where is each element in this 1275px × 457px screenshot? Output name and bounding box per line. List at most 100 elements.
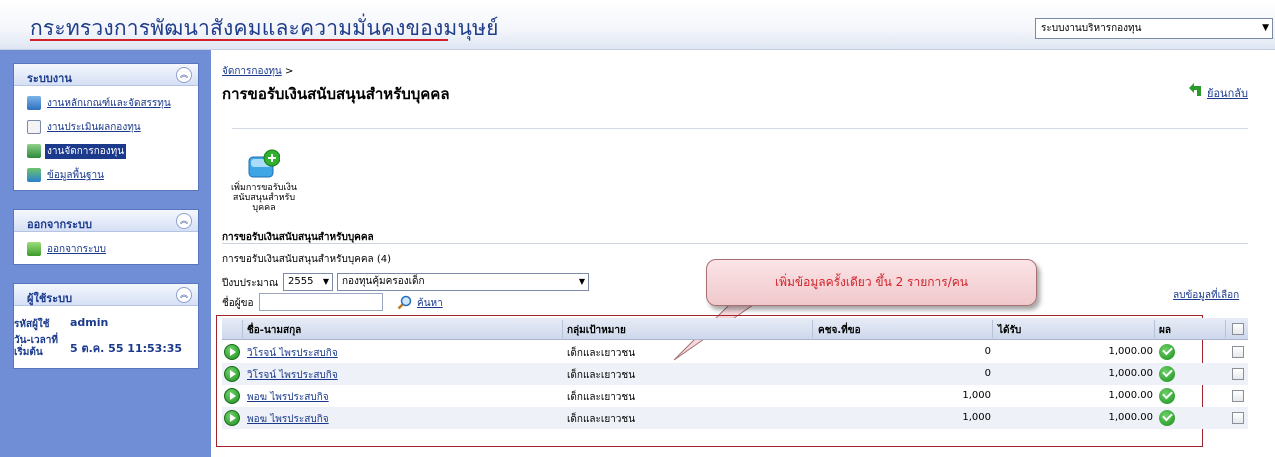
year-select-value: 2555 xyxy=(288,276,314,287)
logout-icon xyxy=(27,242,41,256)
login-time-label-2: เริ่มต้น xyxy=(14,347,43,358)
logout-panel-title: ออกจากระบบ xyxy=(27,218,92,231)
collapse-icon[interactable]: ︽ xyxy=(176,67,192,83)
add-record-icon xyxy=(248,149,280,178)
breadcrumb: จัดการกองทุน > xyxy=(222,64,293,79)
select-all-checkbox[interactable] xyxy=(1232,323,1244,335)
top-header: กระทรวงการพัฒนาสังคมและความมั่นคงของมนุษ… xyxy=(0,0,1275,50)
row-checkbox[interactable] xyxy=(1232,390,1244,402)
requested-amount: 0 xyxy=(984,368,991,379)
sidebar-item-label: ออกจากระบบ xyxy=(47,244,107,255)
login-time: 5 ต.ค. 55 11:53:35 xyxy=(70,342,183,355)
column-separator xyxy=(992,320,993,338)
breadcrumb-separator: > xyxy=(284,66,294,77)
target-group: เด็กและเยาวชน xyxy=(567,370,636,381)
fund-select-value: กองทุนคุ้มครองเด็ก xyxy=(342,276,425,287)
applicant-name[interactable]: พอฆ ไพรประสบกิจ xyxy=(247,412,329,427)
annotation-callout: เพิ่มข้อมูลครั้งเดียว ขึ้น 2 รายการ/คน xyxy=(706,259,1037,306)
table-row: พอฆ ไพรประสบกิจ เด็กและเยาวชน 1,000 1,00… xyxy=(222,385,1248,407)
report-icon xyxy=(27,120,41,134)
name-input[interactable] xyxy=(259,293,383,311)
user-panel-header: ผู้ใช้ระบบ ︽ xyxy=(14,284,198,306)
user-code-label: รหัสผู้ใช้ xyxy=(14,319,50,330)
page-title: การขอรับเงินสนับสนุนสำหรับบุคคล xyxy=(222,85,450,103)
user-panel-title: ผู้ใช้ระบบ xyxy=(27,292,73,305)
breadcrumb-link[interactable]: จัดการกองทุน xyxy=(222,66,282,77)
target-group: เด็กและเยาวชน xyxy=(567,414,636,425)
logout-panel-header: ออกจากระบบ ︽ xyxy=(14,210,198,232)
system-select[interactable]: ระบบงานบริหารกองทุน ▼ xyxy=(1035,18,1273,39)
table-row: วิโรจน์ ไพรประสบกิจ เด็กและเยาวชน 0 1,00… xyxy=(222,341,1248,363)
user-code: admin xyxy=(70,316,109,329)
fund-select[interactable]: กองทุนคุ้มครองเด็ก ▼ xyxy=(337,273,589,291)
sidebar-item-label: งานหลักเกณฑ์และจัดสรรทุน xyxy=(47,98,171,109)
search-icon xyxy=(397,295,412,310)
received-amount: 1,000.00 xyxy=(1108,368,1153,379)
received-amount: 1,000.00 xyxy=(1108,390,1153,401)
applicant-name[interactable]: วิโรจน์ ไพรประสบกิจ xyxy=(247,346,338,361)
header-requested[interactable]: คชจ.ที่ขอ xyxy=(818,323,861,338)
applicant-name[interactable]: วิโรจน์ ไพรประสบกิจ xyxy=(247,368,338,383)
column-separator xyxy=(1225,320,1226,338)
header-group[interactable]: กลุ่มเป้าหมาย xyxy=(567,323,626,338)
column-separator xyxy=(562,320,563,338)
fund-icon xyxy=(27,144,41,158)
received-amount: 1,000.00 xyxy=(1108,346,1153,357)
target-group: เด็กและเยาวชน xyxy=(567,392,636,403)
system-panel-header: ระบบงาน ︽ xyxy=(14,64,198,86)
approved-check-icon xyxy=(1159,366,1175,382)
header-result[interactable]: ผล xyxy=(1159,323,1171,338)
sidebar-item-label: งานประเมินผลกองทุน xyxy=(47,122,141,133)
sidebar-item-label: ข้อมูลพื้นฐาน xyxy=(47,170,104,181)
applicant-name[interactable]: พอฆ ไพรประสบกิจ xyxy=(247,390,329,405)
chevron-down-icon: ▼ xyxy=(1262,23,1269,33)
approved-check-icon xyxy=(1159,344,1175,360)
record-count: การขอรับเงินสนับสนุนสำหรับบุคคล (4) xyxy=(222,254,392,265)
system-select-value: ระบบงานบริหารกองทุน xyxy=(1041,23,1142,34)
table-header: ชื่อ-นามสกุล กลุ่มเป้าหมาย คชจ.ที่ขอ ได้… xyxy=(222,318,1248,340)
approved-check-icon xyxy=(1159,410,1175,426)
column-separator xyxy=(812,320,813,338)
row-checkbox[interactable] xyxy=(1232,368,1244,380)
requested-amount: 0 xyxy=(984,346,991,357)
annotation-text: เพิ่มข้อมูลครั้งเดียว ขึ้น 2 รายการ/คน xyxy=(774,275,968,289)
delete-selected-link[interactable]: ลบข้อมูลที่เลือก xyxy=(1173,288,1239,303)
year-select[interactable]: 2555 ▼ xyxy=(283,273,333,291)
back-label: ย้อนกลับ xyxy=(1207,87,1248,100)
play-icon[interactable] xyxy=(224,366,240,382)
requested-amount: 1,000 xyxy=(962,412,991,423)
section-divider xyxy=(222,243,1248,244)
header-name[interactable]: ชื่อ-นามสกุล xyxy=(247,323,301,338)
system-panel-title: ระบบงาน xyxy=(27,72,72,85)
year-label: ปีงบประมาณ xyxy=(222,278,279,289)
column-separator xyxy=(242,320,243,338)
collapse-icon[interactable]: ︽ xyxy=(176,213,192,229)
row-checkbox[interactable] xyxy=(1232,412,1244,424)
approved-check-icon xyxy=(1159,388,1175,404)
chevron-down-icon: ▼ xyxy=(578,277,585,286)
table-row: พอฆ ไพรประสบกิจ เด็กและเยาวชน 1,000 1,00… xyxy=(222,407,1248,429)
target-group: เด็กและเยาวชน xyxy=(567,348,636,359)
document-icon xyxy=(27,96,41,110)
collapse-icon[interactable]: ︽ xyxy=(176,287,192,303)
name-label: ชื่อผู้ขอ xyxy=(222,298,254,309)
play-icon[interactable] xyxy=(224,410,240,426)
play-icon[interactable] xyxy=(224,344,240,360)
requested-amount: 1,000 xyxy=(962,390,991,401)
logout-panel: ออกจากระบบ ︽ ออกจากระบบ xyxy=(13,209,199,265)
search-label: ค้นหา xyxy=(417,298,443,309)
table-row: วิโรจน์ ไพรประสบกิจ เด็กและเยาวชน 0 1,00… xyxy=(222,363,1248,385)
system-panel: ระบบงาน ︽ งานหลักเกณฑ์และจัดสรรทุน งานปร… xyxy=(13,63,199,191)
pin-icon xyxy=(27,168,41,182)
header-received[interactable]: ได้รับ xyxy=(998,323,1021,338)
title-underline xyxy=(30,39,448,41)
user-panel: ผู้ใช้ระบบ ︽ รหัสผู้ใช้ admin วัน-เวลาที… xyxy=(13,283,199,369)
add-request-label: เพิ่มการขอรับเงินสนับสนุนสำหรับบุคคล xyxy=(230,183,297,213)
sidebar-item-label: งานจัดการกองทุน xyxy=(45,144,127,159)
received-amount: 1,000.00 xyxy=(1108,412,1153,423)
chevron-down-icon: ▼ xyxy=(322,277,329,286)
divider xyxy=(232,128,1248,129)
play-icon[interactable] xyxy=(224,388,240,404)
sidebar: ระบบงาน ︽ งานหลักเกณฑ์และจัดสรรทุน งานปร… xyxy=(0,50,211,457)
row-checkbox[interactable] xyxy=(1232,346,1244,358)
